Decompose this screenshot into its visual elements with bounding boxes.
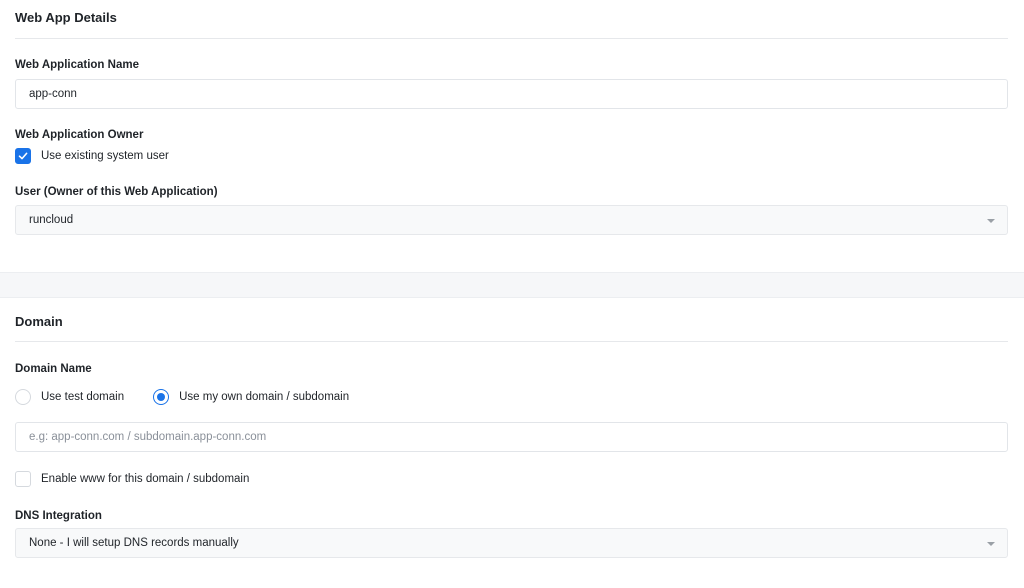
enable-www-checkbox[interactable]: [15, 471, 31, 487]
radio-option-test-domain[interactable]: Use test domain: [15, 389, 124, 405]
dns-integration-value: None - I will setup DNS records manually: [29, 537, 239, 549]
web-app-details-section: Web App Details Web Application Name Web…: [0, 0, 1024, 272]
enable-www-label: Enable www for this domain / subdomain: [41, 473, 250, 485]
checkmark-icon: [18, 152, 28, 160]
radio-selected-dot: [157, 393, 166, 401]
radio-test-domain[interactable]: [15, 389, 31, 405]
chevron-down-icon: [987, 542, 995, 546]
section-title-web-app-details: Web App Details: [15, 10, 117, 25]
radio-option-own-domain[interactable]: Use my own domain / subdomain: [153, 389, 349, 405]
web-app-name-input[interactable]: [15, 79, 1008, 109]
divider: [15, 38, 1008, 39]
dns-integration-label: DNS Integration: [15, 510, 102, 522]
section-title-domain: Domain: [15, 314, 63, 329]
use-existing-user-option[interactable]: Use existing system user: [15, 148, 169, 164]
web-app-owner-label: Web Application Owner: [15, 129, 144, 141]
chevron-down-icon: [987, 219, 995, 223]
user-owner-select[interactable]: runcloud: [15, 205, 1008, 235]
radio-own-domain-label: Use my own domain / subdomain: [179, 391, 350, 403]
divider: [15, 341, 1008, 342]
user-owner-label: User (Owner of this Web Application): [15, 186, 218, 198]
domain-name-label: Domain Name: [15, 363, 92, 375]
domain-type-radio-group: Use test domain Use my own domain / subd…: [15, 389, 378, 405]
enable-www-option[interactable]: Enable www for this domain / subdomain: [15, 471, 249, 487]
user-owner-value: runcloud: [29, 214, 74, 226]
dns-integration-select[interactable]: None - I will setup DNS records manually: [15, 528, 1008, 558]
section-separator: [0, 272, 1024, 298]
web-app-name-label: Web Application Name: [15, 59, 139, 71]
use-existing-user-label: Use existing system user: [41, 150, 169, 162]
radio-test-domain-label: Use test domain: [41, 391, 125, 403]
radio-own-domain[interactable]: [153, 389, 170, 405]
domain-input[interactable]: [15, 422, 1008, 452]
use-existing-user-checkbox[interactable]: [15, 148, 31, 164]
